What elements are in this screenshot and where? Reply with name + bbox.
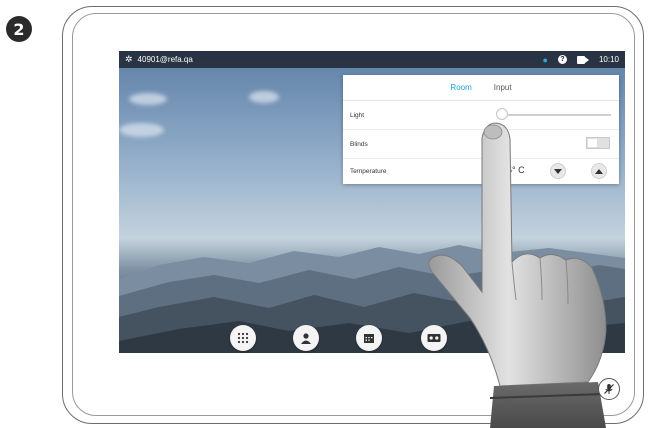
light-slider-track[interactable] <box>501 114 611 116</box>
blinds-toggle[interactable] <box>586 137 610 149</box>
status-bar: ✲ 40901@refa.qa ● ? 10:10 <box>119 51 625 68</box>
chevron-up-icon <box>595 168 603 174</box>
camera-self-view-icon[interactable] <box>576 55 589 64</box>
room-control-panel: Room Input Light Blinds Temperature 5° C <box>343 75 619 184</box>
voicemail-button[interactable] <box>421 325 447 351</box>
temperature-row: Temperature 5° C <box>343 159 619 183</box>
toggle-knob <box>588 139 597 147</box>
panel-tabs: Room Input <box>343 75 619 101</box>
blinds-label: Blinds <box>350 140 368 148</box>
contacts-button[interactable] <box>293 325 319 351</box>
voicemail-icon <box>427 334 441 342</box>
tab-input[interactable]: Input <box>494 83 512 92</box>
status-time: 10:10 <box>598 55 619 64</box>
blinds-row: Blinds <box>343 130 619 159</box>
temperature-down-button[interactable] <box>550 163 566 179</box>
chevron-down-icon <box>554 168 562 174</box>
step-number-badge: 2 <box>6 16 32 42</box>
contacts-icon <box>301 333 311 344</box>
microphone-muted-icon <box>604 384 614 394</box>
temperature-value: 5° C <box>507 165 525 175</box>
temperature-up-button[interactable] <box>591 163 607 179</box>
keypad-icon <box>237 332 249 344</box>
tab-room[interactable]: Room <box>450 83 471 92</box>
mute-microphone-button[interactable] <box>598 378 620 400</box>
proximity-pin-icon: ● <box>542 54 548 65</box>
calendar-button[interactable] <box>356 325 382 351</box>
calendar-icon <box>364 334 374 343</box>
keypad-button[interactable] <box>230 325 256 351</box>
gear-icon[interactable]: ✲ <box>125 54 133 65</box>
temperature-label: Temperature <box>350 167 387 175</box>
light-label: Light <box>350 111 365 119</box>
help-icon[interactable]: ? <box>557 55 567 64</box>
light-row: Light <box>343 101 619 130</box>
system-uri: 40901@refa.qa <box>137 55 193 64</box>
light-slider-handle[interactable] <box>496 108 508 120</box>
